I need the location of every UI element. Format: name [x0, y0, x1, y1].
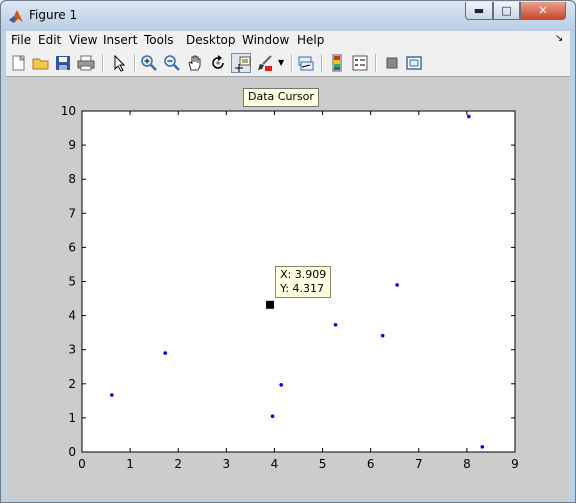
- data-cursor-label[interactable]: X: 3.909 Y: 4.317: [275, 265, 332, 298]
- y-tick-label: 2: [68, 377, 76, 391]
- x-tick-label: 2: [174, 457, 182, 471]
- data-point[interactable]: [279, 383, 283, 387]
- data-point[interactable]: [270, 414, 275, 418]
- y-tick-label: 8: [68, 172, 76, 186]
- x-tick-label: 4: [271, 457, 279, 471]
- data-point[interactable]: [395, 283, 399, 287]
- maximize-button[interactable]: □: [493, 2, 520, 20]
- x-tick-label: 5: [319, 457, 327, 471]
- minimize-button[interactable]: ▬: [465, 2, 493, 20]
- y-tick-label: 7: [68, 206, 76, 220]
- y-tick-label: 9: [68, 138, 76, 152]
- data-cursor-tooltip: Data Cursor: [243, 88, 319, 107]
- data-point[interactable]: [467, 114, 471, 119]
- close-icon: ✕: [538, 4, 548, 17]
- x-tick-label: 1: [126, 457, 134, 471]
- y-tick-label: 0: [68, 445, 76, 459]
- x-tick-label: 0: [78, 457, 86, 471]
- y-tick-label: 6: [68, 240, 76, 254]
- maximize-icon: □: [501, 4, 512, 17]
- data-point[interactable]: [333, 323, 338, 327]
- x-tick-label: 9: [511, 457, 519, 471]
- x-tick-label: 8: [463, 457, 471, 471]
- x-tick-label: 3: [223, 457, 231, 471]
- y-tick-label: 1: [68, 411, 76, 425]
- minimize-icon: ▬: [473, 4, 485, 17]
- x-tick-label: 6: [367, 457, 375, 471]
- data-point[interactable]: [480, 445, 485, 449]
- data-point[interactable]: [163, 351, 168, 355]
- figure-client-area: File Edit View Insert Tools Desktop Wind…: [6, 31, 570, 499]
- title-bar[interactable]: Figure 1 ▬ □ ✕: [1, 1, 575, 31]
- y-tick-label: 5: [68, 275, 76, 289]
- y-tick-label: 4: [68, 309, 76, 323]
- data-point[interactable]: [110, 393, 114, 397]
- data-cursor-y-value: Y: 4.317: [280, 281, 325, 295]
- figure-window: Figure 1 ▬ □ ✕ File Edit View Insert Too…: [0, 0, 576, 503]
- window-title: Figure 1: [29, 8, 78, 22]
- x-tick-label: 7: [415, 457, 423, 471]
- matlab-icon: [8, 8, 24, 24]
- data-cursor-x-value: X: 3.909: [280, 267, 327, 281]
- close-button[interactable]: ✕: [520, 2, 566, 20]
- y-tick-label: 3: [68, 343, 76, 357]
- data-point[interactable]: [380, 333, 385, 338]
- data-cursor-marker[interactable]: [266, 300, 275, 309]
- y-tick-label: 10: [61, 104, 76, 118]
